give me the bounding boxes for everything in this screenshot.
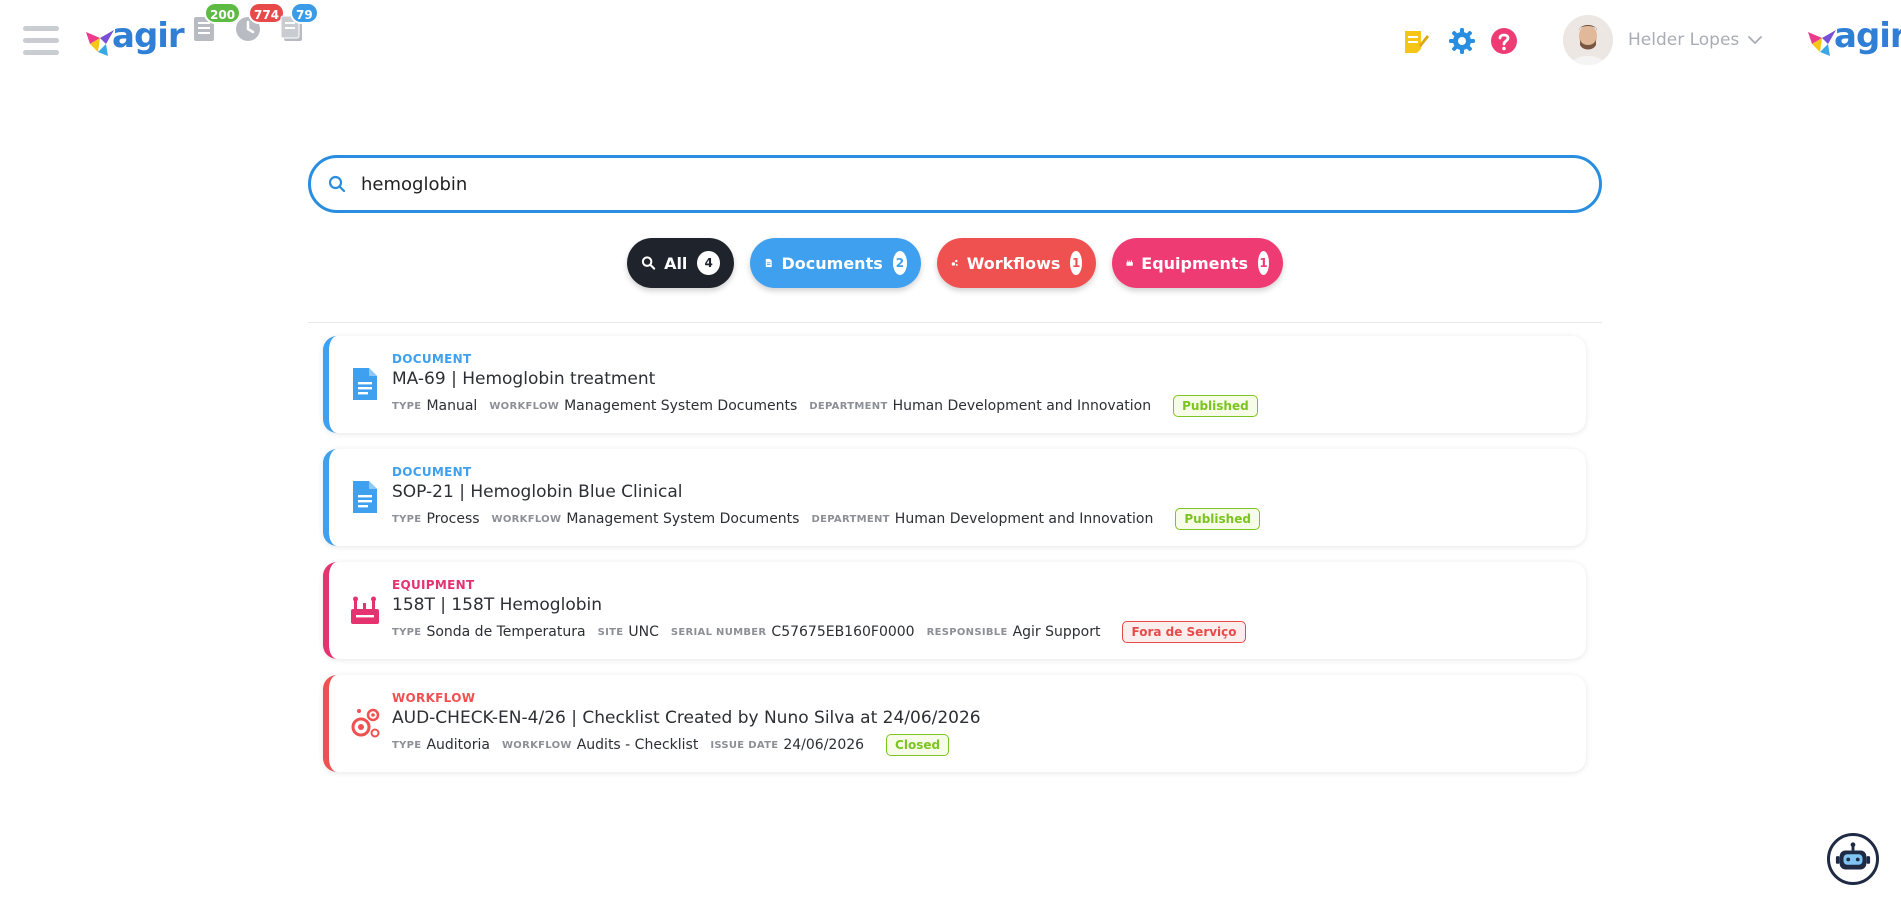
user-name: Helder Lopes <box>1628 30 1740 50</box>
filter-equipments-button[interactable]: Equipments 1 <box>1112 238 1283 288</box>
meta-label: WORKFLOW <box>489 400 560 412</box>
meta-value: Auditoria <box>426 737 490 753</box>
status-badge: Published <box>1175 508 1260 530</box>
meta-label: TYPE <box>392 400 422 412</box>
result-meta: TYPE Sonda de Temperatura SITE UNC SERIA… <box>392 621 1566 643</box>
meta-label: WORKFLOW <box>501 739 572 751</box>
divider <box>308 322 1602 323</box>
document-icon <box>353 368 377 400</box>
meta-label: DEPARTMENT <box>811 513 890 525</box>
status-badge: Closed <box>886 734 950 756</box>
filter-all-count: 4 <box>697 251 720 275</box>
result-meta: TYPE Auditoria WORKFLOW Audits - Checkli… <box>392 734 1566 756</box>
clock-counter[interactable]: 774 <box>234 2 286 44</box>
status-badge: Published <box>1173 395 1258 417</box>
document-icon <box>765 258 772 268</box>
user-menu[interactable]: Helder Lopes <box>1563 14 1763 66</box>
result-card[interactable]: DOCUMENT MA-69 | Hemoglobin treatment TY… <box>323 336 1586 433</box>
result-meta: TYPE Manual WORKFLOW Management System D… <box>392 395 1566 417</box>
workflow-icon <box>951 259 958 266</box>
search-results: DOCUMENT MA-69 | Hemoglobin treatment TY… <box>323 336 1586 788</box>
result-kind: WORKFLOW <box>392 691 476 705</box>
filter-all-button[interactable]: All 4 <box>627 238 734 288</box>
meta-value: UNC <box>628 624 659 640</box>
result-title[interactable]: AUD-CHECK-EN-4/26 | Checklist Created by… <box>392 708 1566 728</box>
document-icon <box>353 481 377 513</box>
filter-workflows-count: 1 <box>1070 251 1082 275</box>
meta-value: Agir Support <box>1012 624 1101 640</box>
filter-equipments-label: Equipments <box>1141 253 1249 273</box>
meta-value: Sonda de Temperatura <box>426 624 586 640</box>
meta-label: SERIAL NUMBER <box>670 626 767 638</box>
chatbot-button[interactable] <box>1827 833 1879 885</box>
meta-label: TYPE <box>392 626 422 638</box>
search-icon <box>328 175 346 193</box>
search-bar[interactable] <box>308 155 1602 213</box>
checklist-counter[interactable]: 200 <box>190 2 242 44</box>
meta-value: Human Development and Innovation <box>894 511 1154 527</box>
meta-value: Management System Documents <box>564 398 798 414</box>
meta-label: RESPONSIBLE <box>926 626 1008 638</box>
help-icon[interactable] <box>1490 27 1518 55</box>
search-input[interactable] <box>359 172 1559 196</box>
result-kind: EQUIPMENT <box>392 578 475 592</box>
result-card[interactable]: DOCUMENT SOP-21 | Hemoglobin Blue Clinic… <box>323 449 1586 546</box>
filter-documents-button[interactable]: Documents 2 <box>750 238 921 288</box>
top-header: agir 200 774 79 Helder Lopes agir <box>0 0 1901 80</box>
equipment-icon <box>351 596 379 624</box>
menu-icon[interactable] <box>23 26 59 56</box>
meta-value: C57675EB160F0000 <box>771 624 915 640</box>
result-title[interactable]: SOP-21 | Hemoglobin Blue Clinical <box>392 482 1566 502</box>
logo-text: agir <box>112 16 185 56</box>
logo-text: agir <box>1834 16 1901 56</box>
result-title[interactable]: 158T | 158T Hemoglobin <box>392 595 1566 615</box>
meta-value: Management System Documents <box>566 511 800 527</box>
meta-label: TYPE <box>392 513 422 525</box>
settings-gear-icon[interactable] <box>1448 27 1476 55</box>
search-icon <box>641 256 656 270</box>
equipment-icon <box>1126 260 1133 266</box>
meta-value: Audits - Checklist <box>576 737 699 753</box>
workflow-icon <box>351 708 380 738</box>
result-kind: DOCUMENT <box>392 352 472 366</box>
documents-count-badge: 79 <box>290 2 319 24</box>
avatar <box>1563 15 1613 65</box>
robot-icon <box>1835 842 1871 870</box>
filter-all-label: All <box>664 253 688 273</box>
filter-workflows-button[interactable]: Workflows 1 <box>937 238 1096 288</box>
status-badge: Fora de Serviço <box>1122 621 1246 643</box>
agir-logo-right: agir <box>1808 16 1901 56</box>
meta-value: Manual <box>426 398 478 414</box>
result-kind: DOCUMENT <box>392 465 472 479</box>
meta-label: ISSUE DATE <box>710 739 779 751</box>
notes-icon[interactable] <box>1401 27 1429 55</box>
meta-label: SITE <box>597 626 624 638</box>
meta-label: WORKFLOW <box>491 513 562 525</box>
meta-value: Process <box>426 511 480 527</box>
result-title[interactable]: MA-69 | Hemoglobin treatment <box>392 369 1566 389</box>
filter-equipments-count: 1 <box>1258 251 1269 275</box>
meta-label: TYPE <box>392 739 422 751</box>
chevron-down-icon <box>1748 36 1763 45</box>
filter-documents-label: Documents <box>781 253 883 273</box>
meta-label: DEPARTMENT <box>809 400 888 412</box>
documents-counter[interactable]: 79 <box>278 2 319 44</box>
agir-logo[interactable]: agir <box>86 16 185 56</box>
result-meta: TYPE Process WORKFLOW Management System … <box>392 508 1566 530</box>
meta-value: 24/06/2026 <box>783 737 865 753</box>
filter-bar: All 4 Documents 2 Workflows 1 Equipments… <box>0 238 1901 290</box>
filter-documents-count: 2 <box>892 251 907 275</box>
meta-value: Human Development and Innovation <box>892 398 1152 414</box>
result-card[interactable]: EQUIPMENT 158T | 158T Hemoglobin TYPE So… <box>323 562 1586 659</box>
result-card[interactable]: WORKFLOW AUD-CHECK-EN-4/26 | Checklist C… <box>323 675 1586 772</box>
filter-workflows-label: Workflows <box>966 253 1061 273</box>
